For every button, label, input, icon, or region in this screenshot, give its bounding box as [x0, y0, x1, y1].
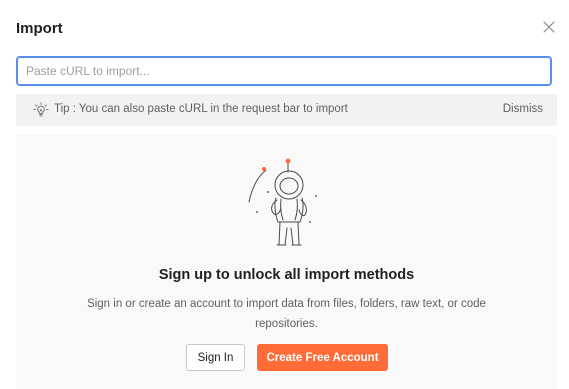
- lightbulb-icon: [33, 102, 49, 117]
- dismiss-link[interactable]: Dismiss: [503, 103, 543, 115]
- tip-text: Tip : You can also paste cURL in the req…: [54, 103, 348, 115]
- import-dialog: Import Tip : You can also paste cURL in …: [0, 0, 569, 389]
- close-icon: [543, 21, 555, 33]
- sign-in-button[interactable]: Sign In: [186, 344, 245, 371]
- signup-panel: Sign up to unlock all import methods Sig…: [16, 135, 557, 389]
- panel-description: Sign in or create an account to import d…: [87, 298, 486, 330]
- tip-bar: Tip : You can also paste cURL in the req…: [16, 94, 557, 126]
- panel-heading: Sign up to unlock all import methods: [158, 267, 415, 283]
- create-free-account-button[interactable]: Create Free Account: [257, 344, 388, 371]
- astronaut-illustration: [248, 158, 317, 246]
- close-button[interactable]: [540, 18, 558, 36]
- dialog-title: Import: [16, 20, 63, 37]
- curl-input[interactable]: [16, 56, 552, 86]
